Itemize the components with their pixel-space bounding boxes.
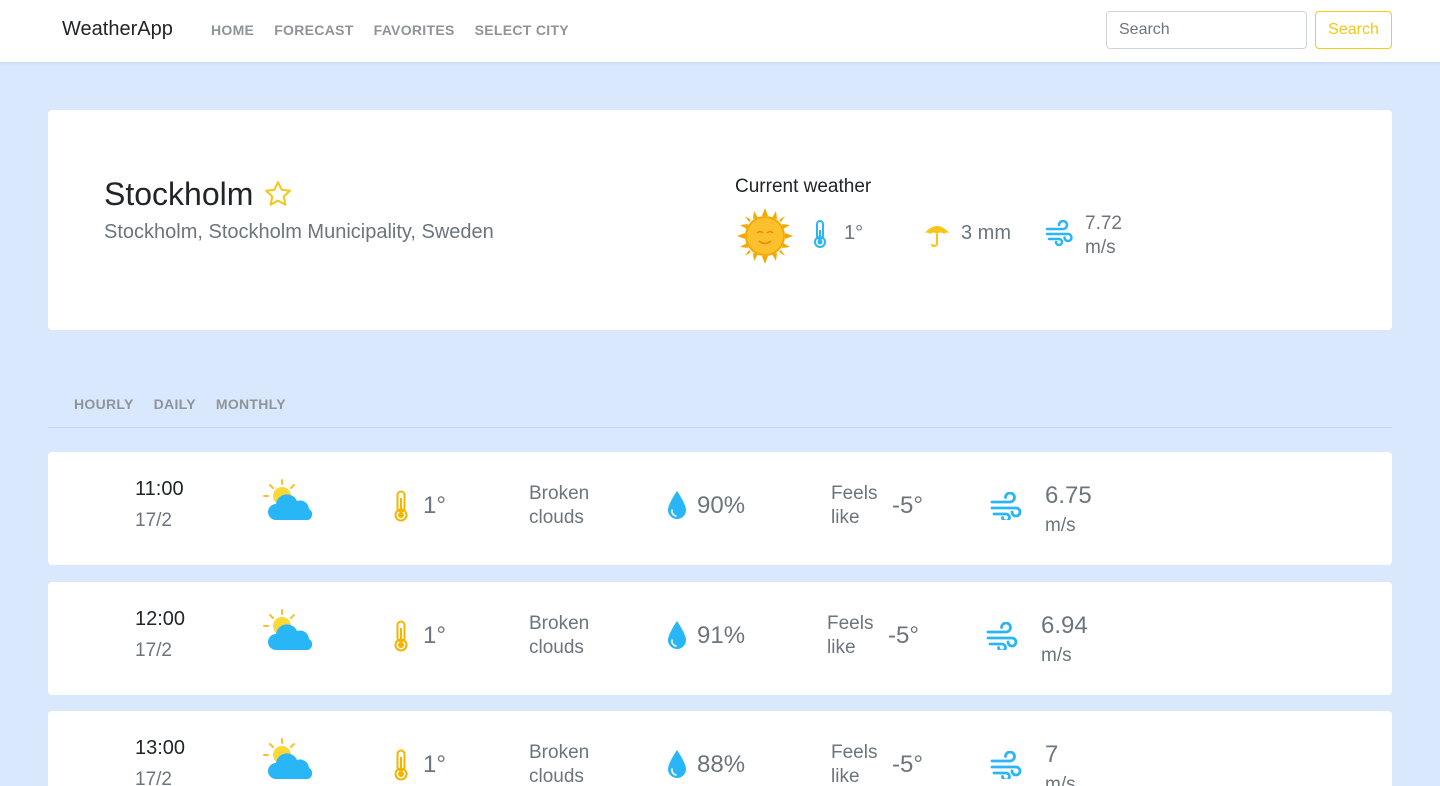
feels-like-value: -5°	[892, 751, 923, 778]
current-weather-title: Current weather	[735, 176, 872, 197]
hour-temp: 1°	[423, 751, 446, 778]
water-drop-icon	[668, 491, 686, 519]
navbar: WeatherApp HOME FORECAST FAVORITES SELEC…	[0, 0, 1440, 62]
hour-wind: 7	[1045, 741, 1059, 768]
hour-description: Broken clouds	[529, 482, 609, 530]
umbrella-icon	[924, 226, 950, 248]
hour-date: 17/2	[135, 510, 172, 531]
location-card: Stockholm Stockholm, Stockholm Municipal…	[48, 110, 1392, 330]
hour-wind-unit: m/s	[1041, 645, 1072, 666]
hour-description-line2: clouds	[529, 766, 584, 786]
partly-cloudy-icon	[263, 609, 313, 650]
nav-links: HOME FORECAST FAVORITES SELECT CITY	[211, 22, 569, 38]
hour-description: Broken clouds	[529, 741, 609, 786]
hour-description-line1: Broken	[529, 613, 590, 634]
feels-like-label-line1: Feels	[827, 613, 874, 634]
sun-icon	[737, 208, 793, 264]
hour-description-line2: clouds	[529, 637, 584, 658]
forecast-tabs: HOURLY DAILY MONTHLY	[74, 396, 286, 412]
brand-logo[interactable]: WeatherApp	[62, 18, 173, 41]
hourly-row: 12:00 17/2 1° Broken clouds 91% Feels li…	[48, 582, 1392, 695]
wind-icon	[986, 622, 1018, 650]
thermometer-icon	[814, 220, 826, 248]
hour-date: 17/2	[135, 769, 172, 786]
tab-daily[interactable]: DAILY	[154, 396, 196, 412]
tabs-divider	[48, 427, 1392, 428]
feels-like-value: -5°	[888, 622, 919, 649]
hourly-row: 11:00 17/2 1° Broken clouds 90% Feels li…	[48, 452, 1392, 565]
hour-temp: 1°	[423, 622, 446, 649]
thermometer-icon	[394, 749, 408, 781]
feels-like-label: Feels like	[831, 741, 891, 786]
feels-like-label-line1: Feels	[831, 483, 878, 504]
star-outline-icon[interactable]	[263, 179, 293, 209]
partly-cloudy-icon	[263, 479, 313, 520]
nav-forecast[interactable]: FORECAST	[274, 22, 353, 38]
hour-wind-unit: m/s	[1045, 515, 1076, 536]
current-temp: 1°	[844, 222, 864, 244]
tab-hourly[interactable]: HOURLY	[74, 396, 134, 412]
feels-like-label-line2: like	[831, 507, 860, 528]
current-wind-value: 7.72	[1085, 213, 1122, 234]
city-name: Stockholm	[104, 176, 254, 212]
hour-wind: 6.75	[1045, 482, 1092, 509]
feels-like-label-line1: Feels	[831, 742, 878, 763]
current-wind: 7.72 m/s	[1085, 212, 1145, 260]
hour-date: 17/2	[135, 640, 172, 661]
hour-temp: 1°	[423, 492, 446, 519]
hour-wind-unit: m/s	[1045, 774, 1076, 786]
wind-icon	[990, 492, 1022, 520]
hour-wind: 6.94	[1041, 612, 1088, 639]
feels-like-label: Feels like	[827, 612, 887, 660]
search-input[interactable]	[1106, 11, 1307, 49]
partly-cloudy-icon	[263, 738, 313, 779]
hour-time: 13:00	[135, 737, 186, 759]
nav-home[interactable]: HOME	[211, 22, 254, 38]
hour-humidity: 88%	[697, 751, 746, 778]
wind-icon	[1045, 220, 1073, 246]
hour-description-line2: clouds	[529, 507, 584, 528]
feels-like-label-line2: like	[827, 637, 856, 658]
tab-monthly[interactable]: MONTHLY	[216, 396, 286, 412]
current-rain: 3 mm	[961, 222, 1011, 244]
feels-like-value: -5°	[892, 492, 923, 519]
nav-favorites[interactable]: FAVORITES	[374, 22, 455, 38]
hour-humidity: 90%	[697, 492, 746, 519]
current-wind-unit: m/s	[1085, 237, 1116, 258]
hour-time: 11:00	[135, 478, 184, 500]
water-drop-icon	[668, 621, 686, 649]
feels-like-label-line2: like	[831, 766, 860, 786]
thermometer-icon	[394, 490, 408, 522]
hour-humidity: 91%	[697, 622, 746, 649]
thermometer-icon	[394, 620, 408, 652]
hour-description-line1: Broken	[529, 483, 590, 504]
nav-select-city[interactable]: SELECT CITY	[475, 22, 569, 38]
hour-description-line1: Broken	[529, 742, 590, 763]
water-drop-icon	[668, 750, 686, 778]
wind-icon	[990, 751, 1022, 779]
search-button[interactable]: Search	[1315, 11, 1392, 49]
hour-description: Broken clouds	[529, 612, 609, 660]
feels-like-label: Feels like	[831, 482, 891, 530]
city-full-name: Stockholm, Stockholm Municipality, Swede…	[104, 221, 494, 243]
hour-time: 12:00	[135, 608, 186, 630]
hourly-row: 13:00 17/2 1° Broken clouds 88% Feels li…	[48, 711, 1392, 786]
